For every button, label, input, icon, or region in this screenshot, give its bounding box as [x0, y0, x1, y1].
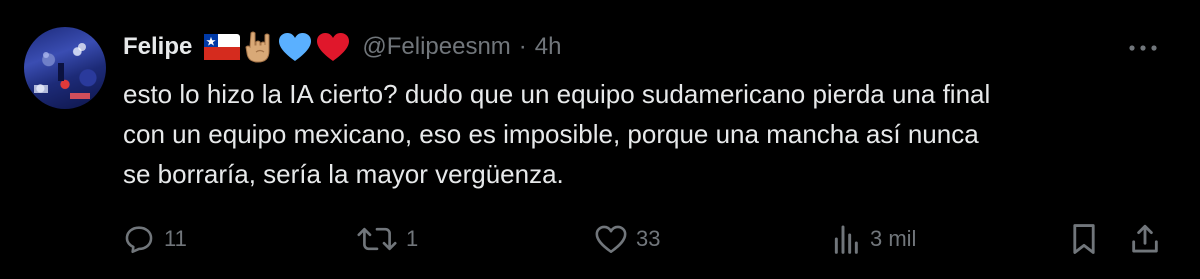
tweet-header: Felipe @Felipeesnm · 4h — [123, 29, 561, 65]
reply-icon — [122, 222, 156, 256]
bookmark-icon — [1068, 222, 1100, 256]
share-icon — [1128, 222, 1162, 256]
retweet-count: 1 — [406, 226, 419, 251]
rock-hand-icon — [244, 30, 274, 64]
like-count: 33 — [636, 226, 661, 251]
reply-count: 11 — [164, 226, 187, 251]
post-time[interactable]: 4h — [535, 33, 562, 61]
action-bar: 11 1 33 3 mil — [0, 219, 1200, 259]
chile-flag-icon — [204, 34, 241, 60]
analytics-icon — [832, 223, 862, 255]
reply-button[interactable]: 11 — [122, 219, 187, 259]
avatar[interactable] — [24, 27, 106, 109]
tweet-card[interactable]: Felipe @Felipeesnm · 4h esto lo hizo la … — [0, 0, 1200, 279]
like-button[interactable]: 33 — [594, 219, 660, 259]
red-heart-icon — [316, 32, 350, 62]
author-name[interactable]: Felipe — [123, 33, 192, 61]
separator-dot: · — [518, 33, 527, 60]
more-dots-icon — [1128, 39, 1158, 57]
blue-heart-icon — [278, 32, 312, 62]
retweet-icon — [356, 222, 398, 256]
bookmark-button[interactable] — [1068, 219, 1100, 259]
author-handle[interactable]: @Felipeesnm — [362, 33, 510, 61]
author-emojis — [204, 30, 350, 64]
heart-icon — [594, 223, 628, 255]
views-count: 3 mil — [870, 226, 917, 251]
tweet-text: esto lo hizo la IA cierto? dudo que un e… — [123, 79, 991, 189]
share-button[interactable] — [1128, 219, 1162, 259]
retweet-button[interactable]: 1 — [356, 219, 418, 259]
more-options-button[interactable] — [1125, 38, 1161, 58]
views-button[interactable]: 3 mil — [832, 219, 916, 259]
